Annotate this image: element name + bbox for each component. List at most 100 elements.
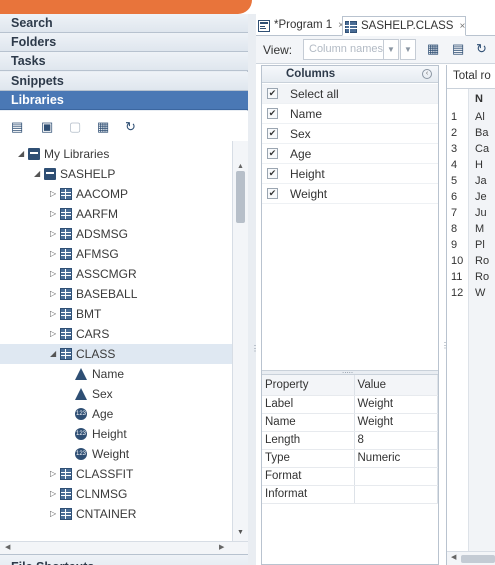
scrollbar-thumb[interactable] [461, 555, 495, 563]
navigation-pane: Search Folders Tasks Snippets Libraries … [0, 14, 248, 565]
select-all-checkbox[interactable]: ✔ [267, 88, 278, 99]
column-row[interactable]: ✔ Sex [262, 124, 438, 144]
tree-node-column[interactable]: 123 Weight [0, 444, 232, 464]
tree-node-table[interactable]: ▷ AFMSG [0, 244, 232, 264]
properties-header-row: Property Value [262, 375, 438, 396]
column-checkbox[interactable]: ✔ [267, 188, 278, 199]
expand-arrow-icon[interactable]: ▷ [50, 184, 56, 204]
tree-horizontal-scrollbar[interactable]: ◀ ▶ [0, 541, 248, 554]
view-icon[interactable]: ▦ [97, 120, 109, 134]
expand-arrow-icon[interactable]: ▷ [50, 324, 56, 344]
view-label: View: [263, 43, 293, 57]
expand-arrow-icon[interactable]: ▷ [50, 504, 56, 524]
table-icon [60, 288, 72, 300]
collapse-panel-icon[interactable]: ‹ [422, 69, 432, 79]
collapse-arrow-icon[interactable]: ◢ [18, 144, 24, 164]
column-row[interactable]: ✔ Age [262, 144, 438, 164]
library-tree: ◢ My Libraries ◢ SASHELP ▷ AACOMP ▷ AARF… [0, 141, 248, 541]
tree-node-table[interactable]: ▷ BMT [0, 304, 232, 324]
scroll-up-icon[interactable]: ▲ [237, 163, 244, 170]
column-checkbox[interactable]: ✔ [267, 128, 278, 139]
table-row[interactable]: 1 Al [447, 109, 495, 125]
nav-section-folders[interactable]: Folders [0, 33, 248, 52]
tree-node-table[interactable]: ▷ BASEBALL [0, 284, 232, 304]
tree-node-column[interactable]: Sex [0, 384, 232, 404]
scroll-left-icon[interactable]: ◀ [451, 553, 456, 561]
nav-section-snippets[interactable]: Snippets [0, 72, 248, 91]
nav-section-libraries[interactable]: Libraries [0, 91, 248, 110]
table-row[interactable]: 7 Ju [447, 205, 495, 221]
scroll-down-icon[interactable]: ▼ [237, 529, 244, 536]
expand-arrow-icon[interactable]: ▷ [50, 284, 56, 304]
tree-node-column[interactable]: Name [0, 364, 232, 384]
close-tab-icon[interactable]: × [459, 21, 465, 32]
table-icon [60, 488, 72, 500]
table-row[interactable]: 3 Ca [447, 141, 495, 157]
tree-node-my-libraries[interactable]: ◢ My Libraries [0, 144, 232, 164]
nav-section-file-shortcuts[interactable]: File Shortcuts [0, 554, 248, 565]
tree-node-table[interactable]: ▷ CNTAINER [0, 504, 232, 524]
tree-node-table[interactable]: ▷ CARS [0, 324, 232, 344]
query-icon[interactable]: ▦ [427, 42, 439, 56]
nav-section-search[interactable]: Search [0, 14, 248, 33]
column-checkbox[interactable]: ✔ [267, 108, 278, 119]
refresh-icon[interactable]: ↻ [476, 42, 487, 56]
tree-node-table[interactable]: ▷ AACOMP [0, 184, 232, 204]
chevron-down-icon[interactable]: ▼ [383, 40, 398, 59]
table-icon [60, 228, 72, 240]
refresh-icon[interactable]: ↻ [125, 120, 136, 134]
table-row[interactable]: 9 Pl [447, 237, 495, 253]
table-row[interactable]: 10 Ro [447, 253, 495, 269]
pane-splitter[interactable]: ⋮ [248, 14, 259, 565]
tree-node-table[interactable]: ▷ ADSMSG [0, 224, 232, 244]
table-row[interactable]: 6 Je [447, 189, 495, 205]
tree-node-table[interactable]: ▷ AARFM [0, 204, 232, 224]
tree-node-column[interactable]: 123 Height [0, 424, 232, 444]
tree-node-column[interactable]: 123 Age [0, 404, 232, 424]
tab-program-1[interactable]: *Program 1× [256, 16, 344, 36]
splitter-grip-icon[interactable]: ..... [342, 366, 353, 375]
new-library-icon[interactable]: ▤ [11, 120, 23, 134]
tab-sashelp-class[interactable]: SASHELP.CLASS × [342, 16, 467, 36]
property-row: Type Numeric [262, 449, 438, 468]
column-row[interactable]: ✔ Height [262, 164, 438, 184]
scroll-right-icon[interactable]: ▶ [219, 543, 224, 551]
tree-node-sashelp[interactable]: ◢ SASHELP [0, 164, 232, 184]
table-row[interactable]: 4H [447, 157, 495, 173]
tree-vertical-scrollbar[interactable]: ▲ ▼ [232, 141, 248, 541]
view-dropdown[interactable]: Column names ▼ ▼ [303, 39, 416, 60]
collapse-arrow-icon[interactable]: ◢ [34, 164, 40, 184]
table-row[interactable]: 8M [447, 221, 495, 237]
tree-node-class-selected[interactable]: ◢ CLASS [0, 344, 232, 364]
expand-arrow-icon[interactable]: ▷ [50, 304, 56, 324]
tree-node-table[interactable]: ▷ CLNMSG [0, 484, 232, 504]
expand-arrow-icon[interactable]: ▷ [50, 244, 56, 264]
tree-node-table[interactable]: ▷ ASSCMGR [0, 264, 232, 284]
expand-arrow-icon[interactable]: ▷ [50, 484, 56, 504]
filter-icon[interactable]: ▤ [452, 42, 464, 56]
tree-node-table[interactable]: ▷ CLASSFIT [0, 464, 232, 484]
nav-section-tasks[interactable]: Tasks [0, 52, 248, 71]
scroll-left-icon[interactable]: ◀ [5, 543, 10, 551]
column-row[interactable]: ✔ Weight [262, 184, 438, 204]
expand-arrow-icon[interactable]: ▷ [50, 464, 56, 484]
expand-arrow-icon[interactable]: ▷ [50, 264, 56, 284]
scrollbar-thumb[interactable] [236, 171, 245, 223]
collapse-arrow-icon[interactable]: ◢ [50, 344, 56, 364]
table-row[interactable]: 12 W [447, 285, 495, 301]
column-checkbox[interactable]: ✔ [267, 168, 278, 179]
table-row[interactable]: 5 Ja [447, 173, 495, 189]
chevron-down-icon[interactable]: ▼ [400, 39, 416, 60]
table-icon [60, 188, 72, 200]
properties-icon[interactable]: ▣ [41, 120, 53, 134]
select-all-row[interactable]: ✔ Select all [262, 84, 438, 104]
column-checkbox[interactable]: ✔ [267, 148, 278, 159]
table-icon [345, 21, 357, 33]
column-row[interactable]: ✔ Name [262, 104, 438, 124]
grid-horizontal-scrollbar[interactable]: ◀ [447, 551, 495, 565]
table-row[interactable]: 11 Ro [447, 269, 495, 285]
expand-arrow-icon[interactable]: ▷ [50, 224, 56, 244]
expand-arrow-icon[interactable]: ▷ [50, 204, 56, 224]
delete-icon[interactable]: ▢ [69, 120, 81, 134]
table-row[interactable]: 2 Ba [447, 125, 495, 141]
